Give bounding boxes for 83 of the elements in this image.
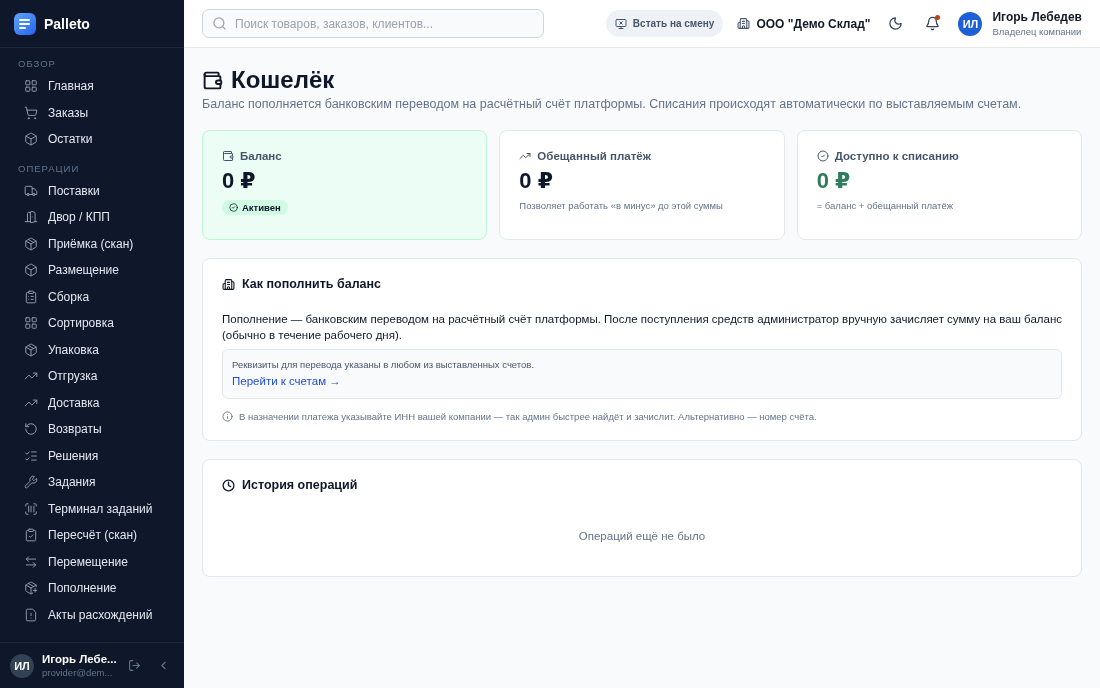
user-avatar[interactable]: ИЛ	[958, 11, 983, 36]
monitor-icon	[614, 17, 627, 30]
building-icon	[737, 17, 751, 30]
grid-icon	[24, 316, 38, 331]
page-title: Кошелёк	[202, 66, 1082, 94]
barcode-icon	[24, 501, 38, 516]
clipboard-check-icon	[24, 528, 38, 543]
search-icon	[212, 16, 227, 31]
user-avatar: ИЛ	[10, 653, 34, 678]
sidebar-item[interactable]: Пополнение	[8, 575, 176, 602]
grid-icon	[24, 79, 38, 94]
clock-icon	[222, 478, 235, 492]
user-name: Игорь Лебе...	[42, 653, 116, 665]
card-label: Доступно к списанию	[816, 150, 1062, 162]
sidebar-item[interactable]: Заказы	[8, 99, 176, 126]
bell-icon	[925, 16, 941, 31]
card-label: Обещанный платёж	[519, 150, 765, 162]
shift-button[interactable]: Встать на смену	[605, 10, 724, 37]
cube-icon	[24, 132, 38, 147]
clipboard-icon	[24, 289, 38, 304]
status-badge: Активен	[222, 200, 288, 215]
sidebar-item[interactable]: Терминал заданий	[8, 495, 176, 522]
check-circle-icon	[229, 203, 238, 212]
check-circle-icon	[816, 150, 829, 162]
logo-icon	[14, 12, 36, 35]
sidebar-item[interactable]: Сортировка	[8, 310, 176, 337]
search-field[interactable]: Поиск товаров, заказов, клиентов...	[202, 9, 544, 38]
user-name: Игорь Лебедев	[992, 10, 1082, 24]
sidebar-item[interactable]: Доставка	[8, 389, 176, 416]
door-icon	[24, 210, 38, 225]
rotate-icon	[24, 422, 38, 437]
sidebar-item[interactable]: Задания	[8, 469, 176, 496]
wrench-icon	[24, 475, 38, 490]
package-icon	[24, 236, 38, 251]
package-icon	[24, 342, 38, 357]
card-amount: 0 ₽	[222, 168, 257, 194]
empty-message: Операций ещё не было	[577, 529, 707, 544]
trend-icon	[519, 150, 532, 162]
wallet-icon	[202, 69, 223, 91]
sidebar-item[interactable]: Перемещение	[8, 548, 176, 575]
requisites-text: Реквизиты для перевода указаны в любом из выставленных счетов.	[232, 359, 536, 370]
moon-icon	[888, 16, 904, 31]
file-icon	[24, 607, 38, 622]
checklist-icon	[24, 448, 38, 463]
brand-name: Palleto	[44, 15, 90, 32]
sidebar-item[interactable]: Решения	[8, 442, 176, 469]
hint-text: В назначении платежа указывайте ИНН вашей компании — так админ быстрее найдёт и зачислит. Альтернативно — номер счёта.	[222, 411, 1062, 422]
sidebar-item[interactable]: Приёмка (скан)	[8, 230, 176, 257]
sidebar-item[interactable]: Главная	[8, 73, 176, 100]
sidebar-item[interactable]: Двор / КПП	[8, 204, 176, 231]
wallet-icon	[222, 150, 234, 162]
invoices-link[interactable]: Перейти к счетам →	[232, 375, 341, 387]
sidebar-item[interactable]: Упаковка	[8, 336, 176, 363]
panel-title: История операций	[222, 478, 1062, 492]
cube-icon	[24, 263, 38, 278]
logout-icon	[128, 659, 141, 672]
cart-icon	[24, 105, 38, 120]
building-icon	[222, 277, 235, 291]
sidebar-item[interactable]: Пересчёт (скан)	[8, 522, 176, 549]
sidebar-item[interactable]: Отгрузка	[8, 363, 176, 390]
card-note: Позволяет работать «в минус» до этой суммы	[519, 200, 724, 211]
card-note: = баланс + обещанный платёж	[816, 200, 955, 211]
user-email: provider@dem...	[42, 667, 114, 678]
sidebar-item[interactable]: Сборка	[8, 283, 176, 310]
page-subtitle: Баланс пополняется банковским переводом на расчётный счёт платформы. Списания происходят автоматически по выставляемым счетам.	[202, 97, 1023, 111]
panel-title: Как пополнить баланс	[222, 277, 1062, 291]
package-plus-icon	[24, 581, 38, 596]
sidebar-item[interactable]: Акты расхождений	[8, 601, 176, 628]
sidebar-item[interactable]: Размещение	[8, 257, 176, 284]
card-label: Баланс	[222, 150, 468, 162]
truck-icon	[24, 183, 38, 198]
card-amount: 0 ₽	[519, 168, 554, 194]
arrows-icon	[24, 554, 38, 569]
section-title: ОБЗОР	[17, 57, 57, 71]
company-selector[interactable]: ООО "Демо Склад"	[737, 16, 871, 31]
sidebar-item[interactable]: Поставки	[8, 177, 176, 204]
card-amount: 0 ₽	[816, 168, 852, 194]
section-title: ОПЕРАЦИИ	[17, 161, 81, 176]
topup-text: Пополнение — банковским переводом на расчётный счёт платформы. После поступления средств администратор вручную зачисляет сумму на ваш баланс (обычно в течение рабочего дня).	[222, 312, 1062, 343]
info-icon	[222, 411, 233, 422]
user-role: Владелец компании	[992, 26, 1082, 37]
sidebar-item[interactable]: Остатки	[8, 126, 176, 153]
sidebar-item[interactable]: Возвраты	[8, 416, 176, 443]
